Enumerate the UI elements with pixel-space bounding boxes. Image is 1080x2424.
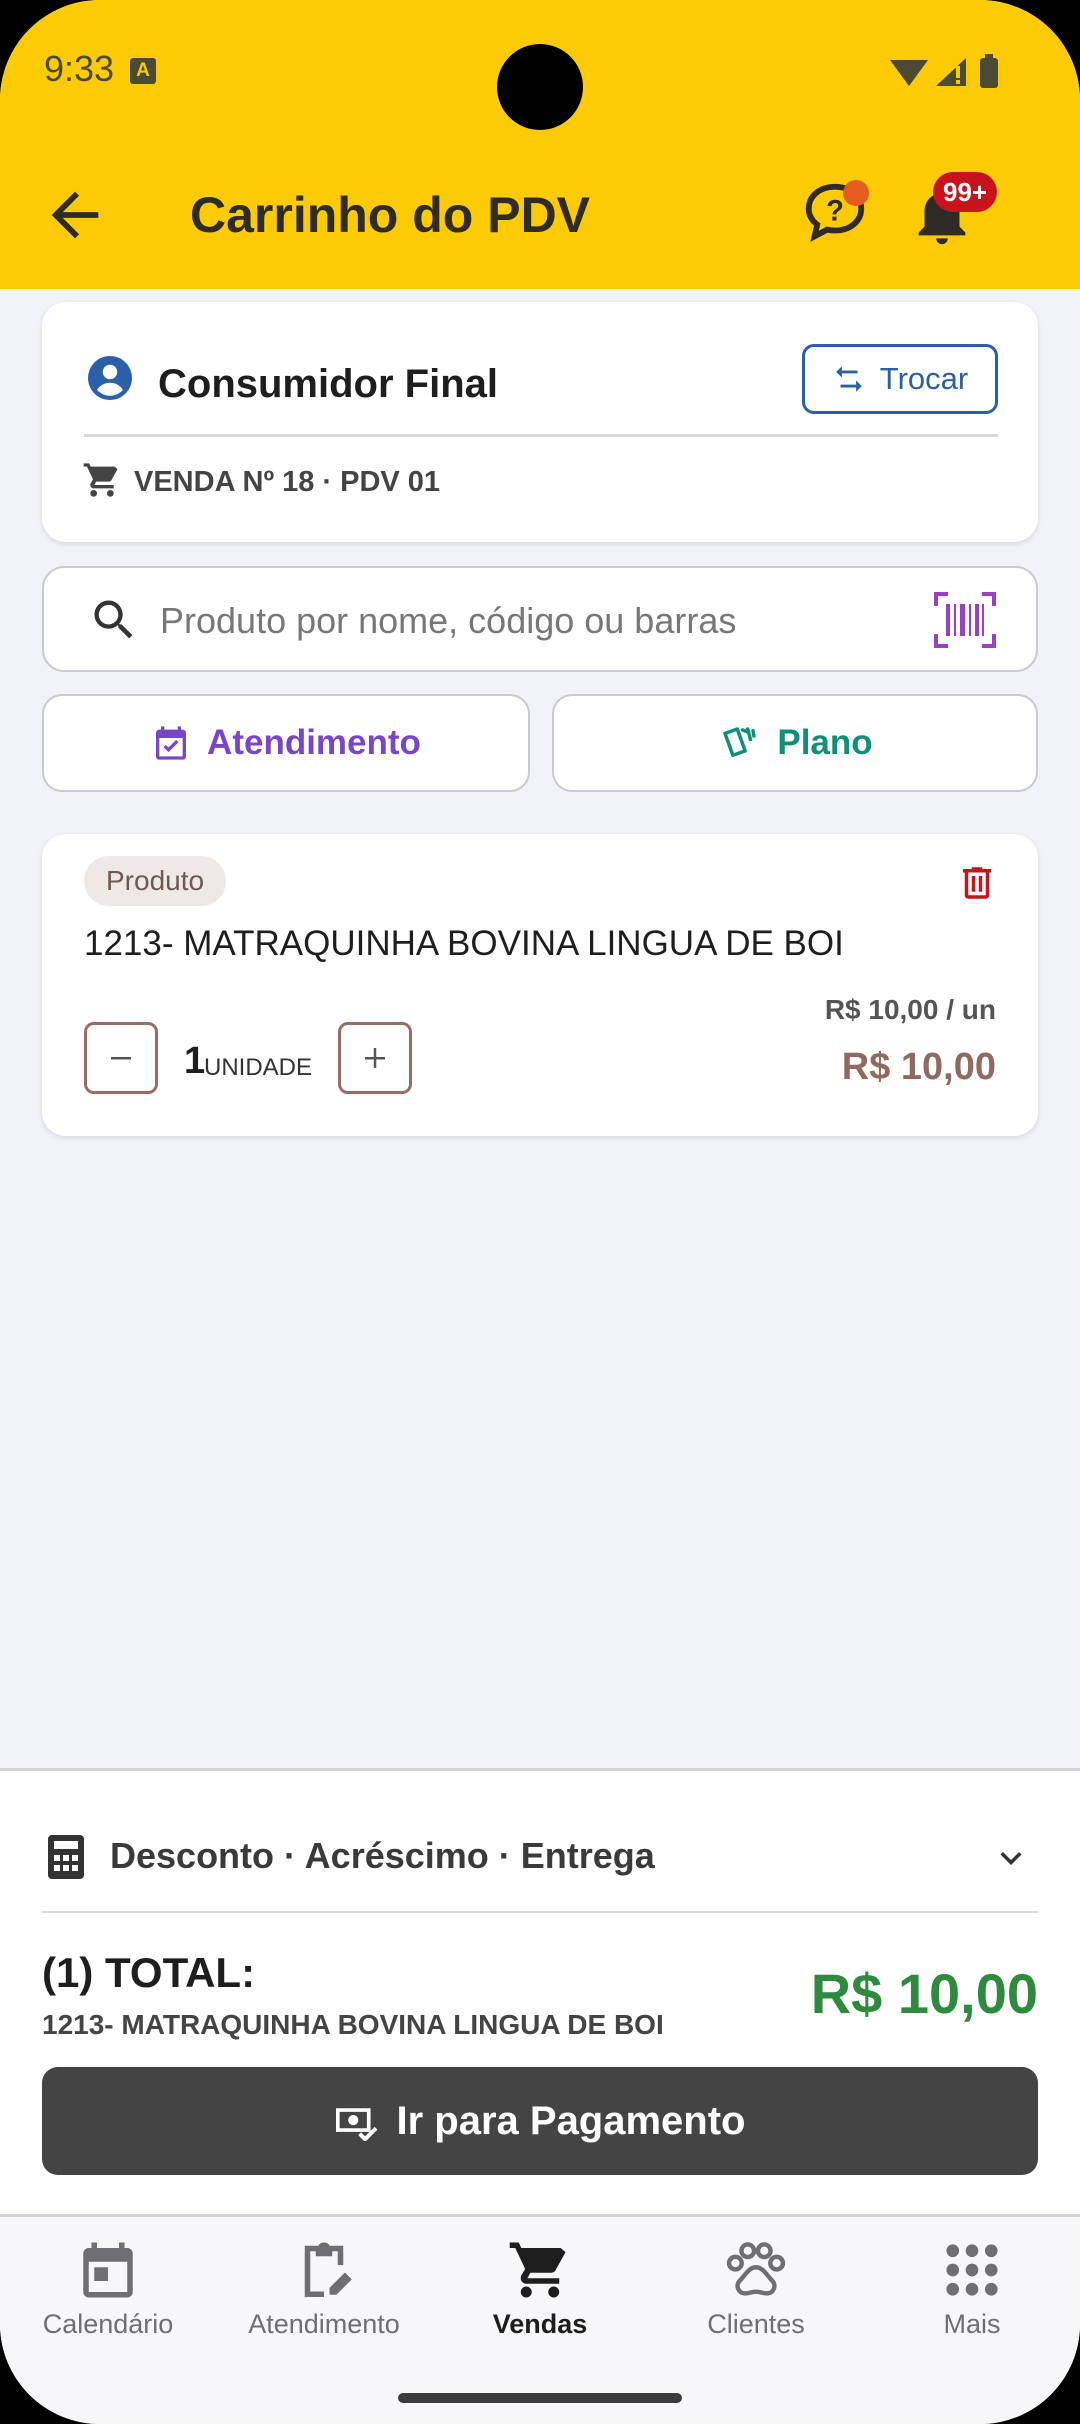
quantity-value: 1	[184, 1040, 206, 1082]
clipboard-edit-icon	[304, 2242, 352, 2297]
calendar-check-icon	[156, 726, 187, 760]
nav-item-atendimento[interactable]: Atendimento	[216, 2237, 432, 2357]
product-name: 1213- MATRAQUINHA BOVINA LINGUA DE BOI	[84, 924, 844, 963]
chevron-down-icon[interactable]	[990, 1837, 1032, 1879]
nav-item-calendario[interactable]: Calendário	[0, 2237, 216, 2357]
order-summary: Desconto · Acréscimo · Entrega (1) TOTAL…	[0, 1768, 1080, 2214]
minus-icon	[111, 1057, 131, 1060]
status-indicator-icon: A	[130, 58, 156, 84]
customer-name: Consumidor Final	[158, 362, 498, 406]
search-icon	[94, 600, 133, 639]
search-input[interactable]	[160, 594, 960, 648]
product-search-bar	[42, 566, 1038, 672]
attendance-button-label: Atendimento	[207, 723, 421, 762]
go-to-payment-button[interactable]: Ir para Pagamento	[42, 2067, 1038, 2175]
attendance-button[interactable]: Atendimento	[42, 694, 530, 792]
page-title: Carrinho do PDV	[190, 187, 591, 243]
nav-label: Clientes	[707, 2309, 805, 2339]
quantity-unit: UNIDADE	[204, 1054, 313, 1081]
increase-quantity-button[interactable]	[338, 1022, 412, 1094]
calculator-icon	[48, 1835, 84, 1879]
swap-arrows-icon	[836, 366, 862, 392]
trash-icon[interactable]	[956, 862, 998, 904]
divider	[84, 434, 998, 437]
app-bar: 9:33 A Carrinho do PDV ? 99+	[0, 0, 1080, 289]
calendar-icon	[83, 2242, 133, 2298]
nav-item-clientes[interactable]: Clientes	[648, 2237, 864, 2357]
cart-outline-icon	[83, 463, 118, 497]
divider	[42, 1911, 1038, 1913]
nav-label: Atendimento	[248, 2309, 400, 2339]
nav-label: Calendário	[42, 2309, 174, 2339]
total-label: (1) TOTAL:	[42, 1949, 256, 1996]
swap-customer-button[interactable]: Trocar	[802, 344, 998, 414]
paw-icon	[726, 2242, 786, 2296]
pay-button-label: Ir para Pagamento	[396, 2098, 746, 2143]
plan-button[interactable]: Plano	[552, 694, 1038, 792]
barcode-scan-icon[interactable]	[934, 592, 996, 648]
swap-button-label: Trocar	[879, 361, 969, 396]
nav-item-vendas[interactable]: Vendas	[432, 2237, 648, 2357]
total-value: R$ 10,00	[810, 1962, 1038, 2025]
line-total: R$ 10,00	[841, 1046, 996, 1088]
nav-item-mais[interactable]: Mais	[864, 2237, 1080, 2357]
grid-dots-icon	[946, 2244, 998, 2296]
total-description: 1213- MATRAQUINHA BOVINA LINGUA DE BOI	[42, 2009, 664, 2040]
adjustments-toggle[interactable]: Desconto · Acréscimo · Entrega	[110, 1835, 655, 1877]
camera-cutout	[497, 44, 583, 130]
notification-badge: 99+	[933, 172, 998, 212]
cart-icon	[509, 2242, 566, 2298]
screen: 9:33 A Carrinho do PDV ? 99+ Consumidor …	[0, 0, 1080, 2424]
payments-icon	[336, 2108, 378, 2141]
sale-info: VENDA Nº 18 · PDV 01	[134, 466, 441, 498]
item-type-chip: Produto	[84, 856, 227, 906]
help-notification-dot	[843, 180, 869, 206]
plus-icon	[365, 1048, 385, 1068]
back-arrow-icon[interactable]	[40, 180, 110, 250]
cart-item-card: Produto 1213- MATRAQUINHA BOVINA LINGUA …	[42, 834, 1038, 1136]
plan-button-label: Plano	[777, 723, 873, 762]
decrease-quantity-button[interactable]	[84, 1022, 158, 1094]
cards-icon	[723, 727, 756, 757]
home-indicator[interactable]	[398, 2393, 682, 2403]
nav-label: Vendas	[492, 2309, 588, 2339]
status-icons	[890, 54, 998, 88]
status-time: 9:33	[44, 48, 115, 89]
account-circle-icon	[88, 356, 132, 400]
unit-price: R$ 10,00 / un	[824, 994, 996, 1025]
nav-label: Mais	[943, 2309, 1001, 2339]
customer-card: Consumidor Final Trocar VENDA Nº 18 · PD…	[42, 302, 1038, 542]
bottom-navigation: Calendário Atendimento Vendas Clientes M…	[0, 2214, 1080, 2424]
svg-text:?: ?	[826, 195, 844, 227]
